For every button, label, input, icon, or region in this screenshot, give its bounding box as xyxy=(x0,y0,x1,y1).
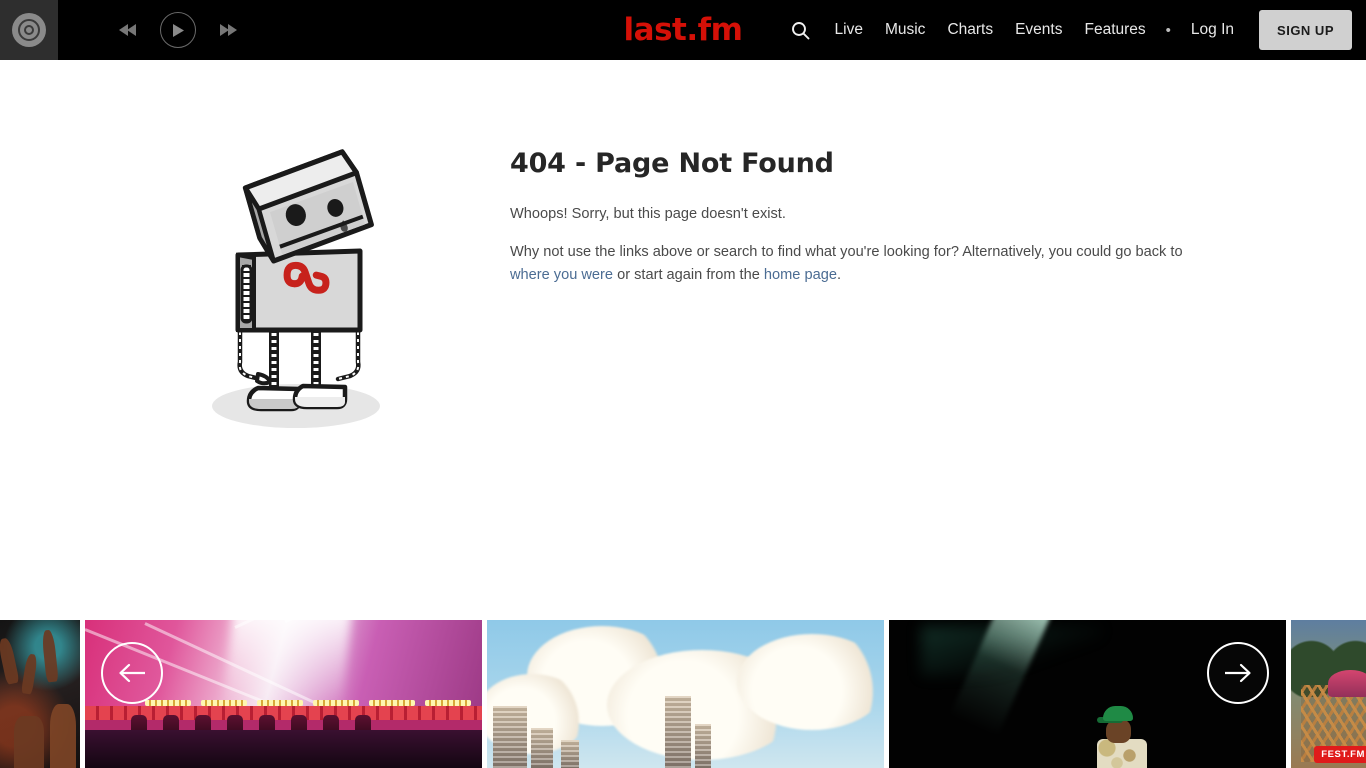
main-content: 404 - Page Not Found Whoops! Sorry, but … xyxy=(0,60,1366,620)
error-paragraph-1: Whoops! Sorry, but this page doesn't exi… xyxy=(510,206,786,222)
home-page-link[interactable]: home page xyxy=(764,267,837,283)
paragraph-2-text-part-2: or start again from the xyxy=(613,267,764,284)
paragraph-2-text-part-1: Why not use the links above or search to… xyxy=(510,243,1183,260)
search-icon xyxy=(791,21,809,39)
login-link[interactable]: Log In xyxy=(1180,21,1245,39)
lastfm-logo[interactable]: last.fm xyxy=(624,14,743,46)
carousel-prev-button[interactable] xyxy=(101,642,163,704)
arrow-right-icon xyxy=(1225,663,1251,683)
nav-item-features[interactable]: Features xyxy=(1073,21,1156,39)
previous-track-button[interactable] xyxy=(118,22,138,38)
site-header: last.fm Live Music Charts Events Feature… xyxy=(0,0,1366,60)
now-playing-panel[interactable] xyxy=(0,0,58,60)
page-title: 404 - Page Not Found xyxy=(510,148,834,179)
transport-controls xyxy=(118,12,238,48)
photo-carousel: FEST.FM xyxy=(0,620,1366,768)
previous-track-icon xyxy=(119,24,136,36)
carousel-slide-city[interactable] xyxy=(487,620,884,768)
next-track-button[interactable] xyxy=(218,22,238,38)
next-track-icon xyxy=(220,24,237,36)
search-button[interactable] xyxy=(791,21,824,40)
error-content: 404 - Page Not Found Whoops! Sorry, but … xyxy=(0,60,1366,433)
fest-fm-badge: FEST.FM xyxy=(1314,746,1366,763)
carousel-slide-crowd[interactable] xyxy=(0,620,80,768)
play-button[interactable] xyxy=(160,12,196,48)
city-skyline-clouds-photo xyxy=(487,620,884,768)
arrow-left-icon xyxy=(119,663,145,683)
crowd-photo xyxy=(0,620,80,768)
paragraph-2-text-part-3: . xyxy=(836,267,841,284)
vinyl-record-ring xyxy=(18,19,40,41)
nav-item-live[interactable]: Live xyxy=(824,21,874,39)
vinyl-record-icon xyxy=(12,13,46,47)
nav-item-charts[interactable]: Charts xyxy=(936,21,1004,39)
nav-separator-dot: • xyxy=(1165,21,1171,39)
sad-robot-illustration xyxy=(211,149,380,428)
carousel-next-button[interactable] xyxy=(1207,642,1269,704)
main-navigation: Live Music Charts Events Features • Log … xyxy=(791,0,1366,60)
error-text-column: 404 - Page Not Found Whoops! Sorry, but … xyxy=(450,148,1190,433)
error-paragraph-2: Why not use the links above or search to… xyxy=(510,241,1190,288)
carousel-slide-festival[interactable]: FEST.FM xyxy=(1291,620,1366,768)
where-you-were-link[interactable]: where you were xyxy=(510,267,613,283)
signup-button[interactable]: SIGN UP xyxy=(1259,10,1352,50)
vinyl-record-hole xyxy=(24,25,34,35)
robot-illustration-wrap xyxy=(150,148,450,433)
play-icon xyxy=(173,23,184,37)
nav-item-events[interactable]: Events xyxy=(1004,21,1073,39)
robot-head xyxy=(242,149,374,264)
nav-item-music[interactable]: Music xyxy=(874,21,936,39)
